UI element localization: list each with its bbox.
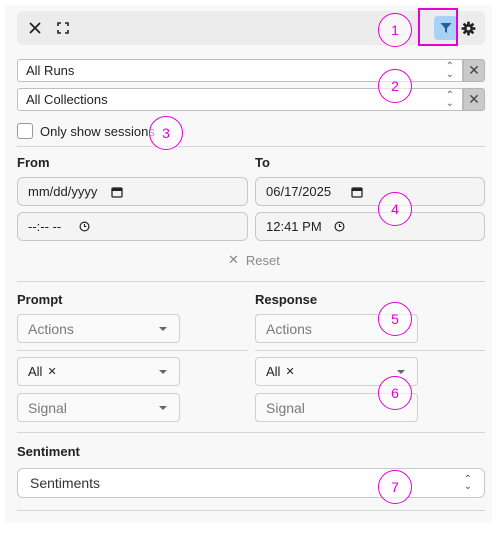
divider [17, 350, 248, 351]
response-heading: Response [255, 292, 318, 307]
sessions-checkbox[interactable] [17, 123, 33, 139]
calendar-icon [111, 186, 123, 198]
callout-4: 4 [378, 192, 412, 226]
divider [17, 432, 485, 433]
prompt-signal-dropdown[interactable]: Signal [17, 393, 180, 422]
prompt-actions-placeholder: Actions [28, 320, 74, 337]
divider [255, 350, 485, 351]
to-date-input[interactable]: 06/17/2025 [255, 177, 485, 206]
response-actions-placeholder: Actions [266, 320, 312, 337]
callout-2: 2 [378, 69, 412, 103]
callout-6: 6 [378, 376, 412, 410]
clock-icon [334, 221, 345, 232]
divider [17, 281, 485, 282]
runs-select-row: All Runs ⌃ ⌄ ✕ [17, 59, 485, 82]
prompt-actions-dropdown[interactable]: Actions [17, 314, 180, 343]
chip-label: All [266, 364, 281, 379]
close-icon: ✕ [468, 62, 480, 78]
settings-button[interactable] [458, 11, 478, 45]
collections-select-value: All Collections [26, 92, 108, 107]
close-button[interactable] [25, 11, 45, 45]
clock-icon [79, 221, 90, 232]
sentiment-heading: Sentiment [17, 444, 80, 459]
filter-button-highlight [418, 8, 458, 46]
caret-down-icon [397, 370, 405, 374]
sentiment-placeholder: Sentiments [30, 475, 101, 491]
sessions-checkbox-label[interactable]: Only show sessions [40, 124, 155, 139]
close-icon [29, 22, 41, 34]
caret-down-icon [159, 370, 167, 374]
from-time-value: --:-- -- [28, 219, 62, 234]
from-label: From [17, 155, 50, 170]
close-icon: ✕ [228, 252, 239, 267]
runs-select-value: All Runs [26, 63, 75, 78]
expand-icon [57, 22, 69, 34]
callout-5: 5 [378, 302, 412, 336]
close-icon: ✕ [468, 91, 480, 107]
divider [17, 146, 485, 147]
from-time-input[interactable]: --:-- -- [17, 212, 248, 241]
gear-icon [461, 21, 475, 35]
callout-3: 3 [149, 116, 183, 150]
prompt-signal-placeholder: Signal [28, 399, 67, 416]
to-time-value: 12:41 PM [266, 219, 322, 234]
prompt-all-chip: All ✕ [28, 364, 57, 379]
callout-1: 1 [378, 13, 412, 47]
calendar-icon [351, 186, 363, 198]
callout-7: 7 [378, 470, 412, 504]
caret-down-icon [159, 327, 167, 331]
sentiment-select[interactable]: Sentiments ⌃ ⌄ [17, 468, 485, 498]
from-date-value: mm/dd/yyyy [28, 184, 98, 199]
to-date-value: 06/17/2025 [266, 184, 332, 199]
divider [17, 510, 485, 511]
chip-label: All [28, 364, 43, 379]
filter-toolbar [17, 11, 485, 45]
updown-arrows-icon: ⌃ ⌄ [445, 61, 454, 80]
reset-label: Reset [245, 252, 280, 268]
reset-button[interactable]: ✕ Reset [228, 252, 280, 268]
prompt-heading: Prompt [17, 292, 63, 307]
prompt-signal-chip-select[interactable]: All ✕ [17, 357, 180, 386]
collections-select-row: All Collections ⌃ ⌄ ✕ [17, 88, 485, 111]
response-all-chip: All ✕ [266, 364, 295, 379]
to-time-input[interactable]: 12:41 PM [255, 212, 485, 241]
runs-clear-button[interactable]: ✕ [463, 59, 485, 82]
chip-remove-icon[interactable]: ✕ [47, 365, 56, 378]
from-date-input[interactable]: mm/dd/yyyy [17, 177, 248, 206]
response-signal-placeholder: Signal [266, 399, 305, 416]
updown-arrows-icon: ⌃ ⌄ [445, 90, 454, 109]
to-label: To [255, 155, 270, 170]
caret-down-icon [159, 406, 167, 410]
chip-remove-icon[interactable]: ✕ [285, 365, 294, 378]
collections-clear-button[interactable]: ✕ [463, 88, 485, 111]
updown-arrows-icon: ⌃ ⌄ [463, 474, 472, 492]
expand-button[interactable] [53, 11, 73, 45]
